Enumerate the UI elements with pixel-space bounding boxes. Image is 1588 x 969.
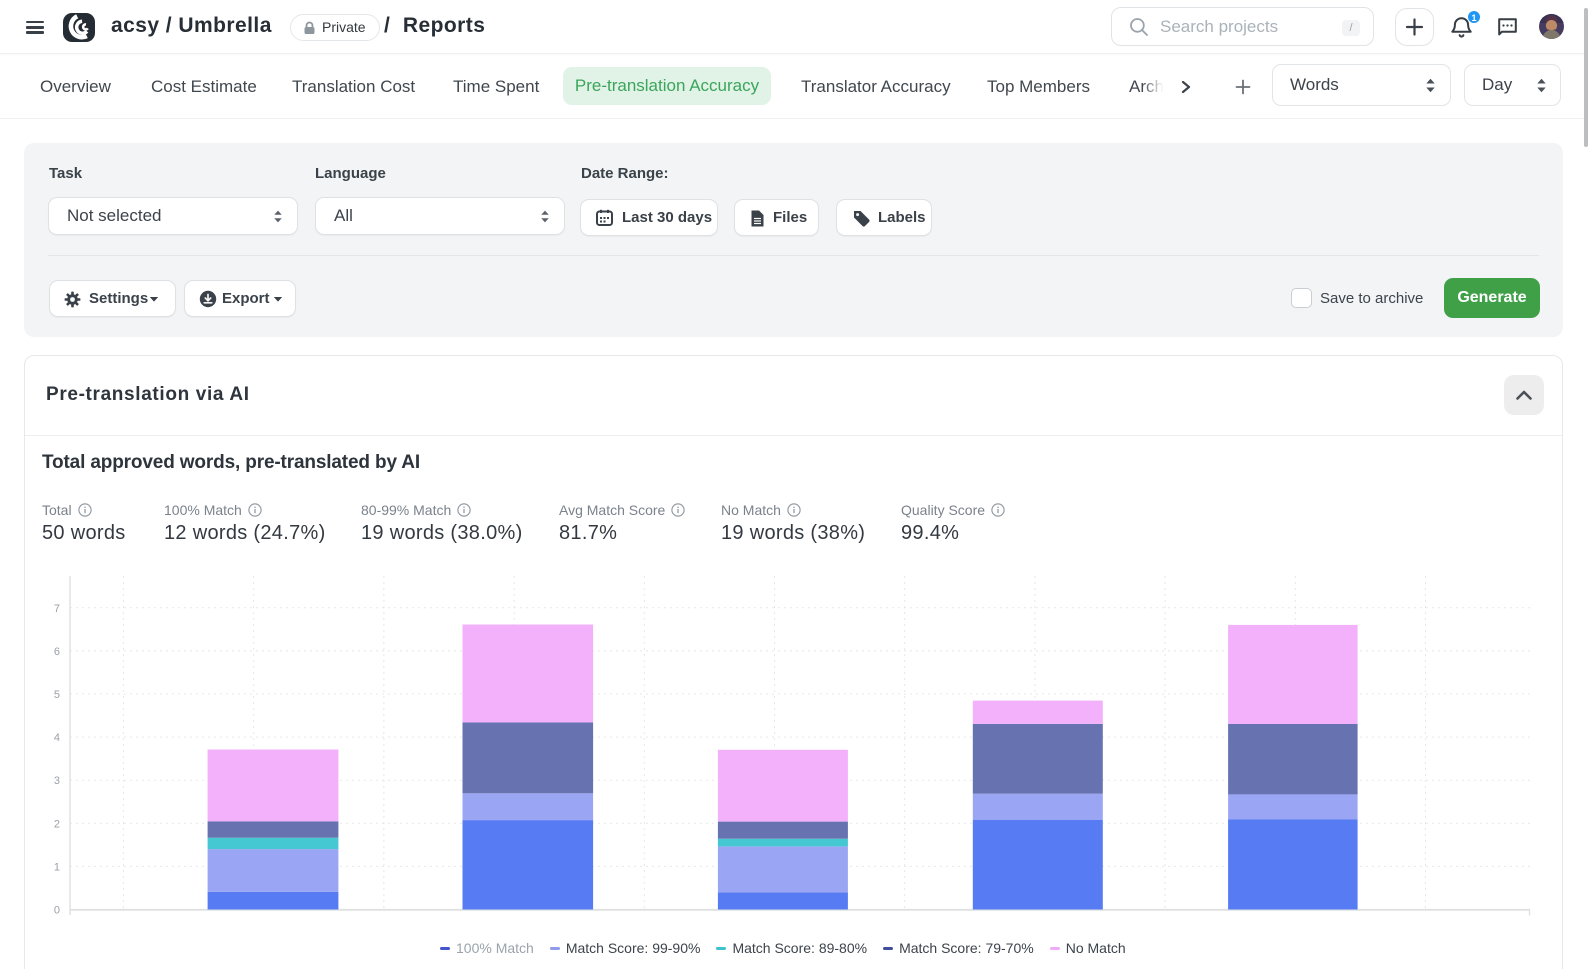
svg-text:6: 6 (54, 646, 60, 658)
svg-text:3: 3 (54, 775, 60, 787)
svg-text:5: 5 (54, 689, 60, 701)
svg-text:0: 0 (54, 905, 60, 917)
svg-text:7: 7 (54, 603, 60, 615)
svg-text:2: 2 (54, 818, 60, 830)
svg-text:1: 1 (54, 861, 60, 873)
svg-text:4: 4 (54, 732, 60, 744)
